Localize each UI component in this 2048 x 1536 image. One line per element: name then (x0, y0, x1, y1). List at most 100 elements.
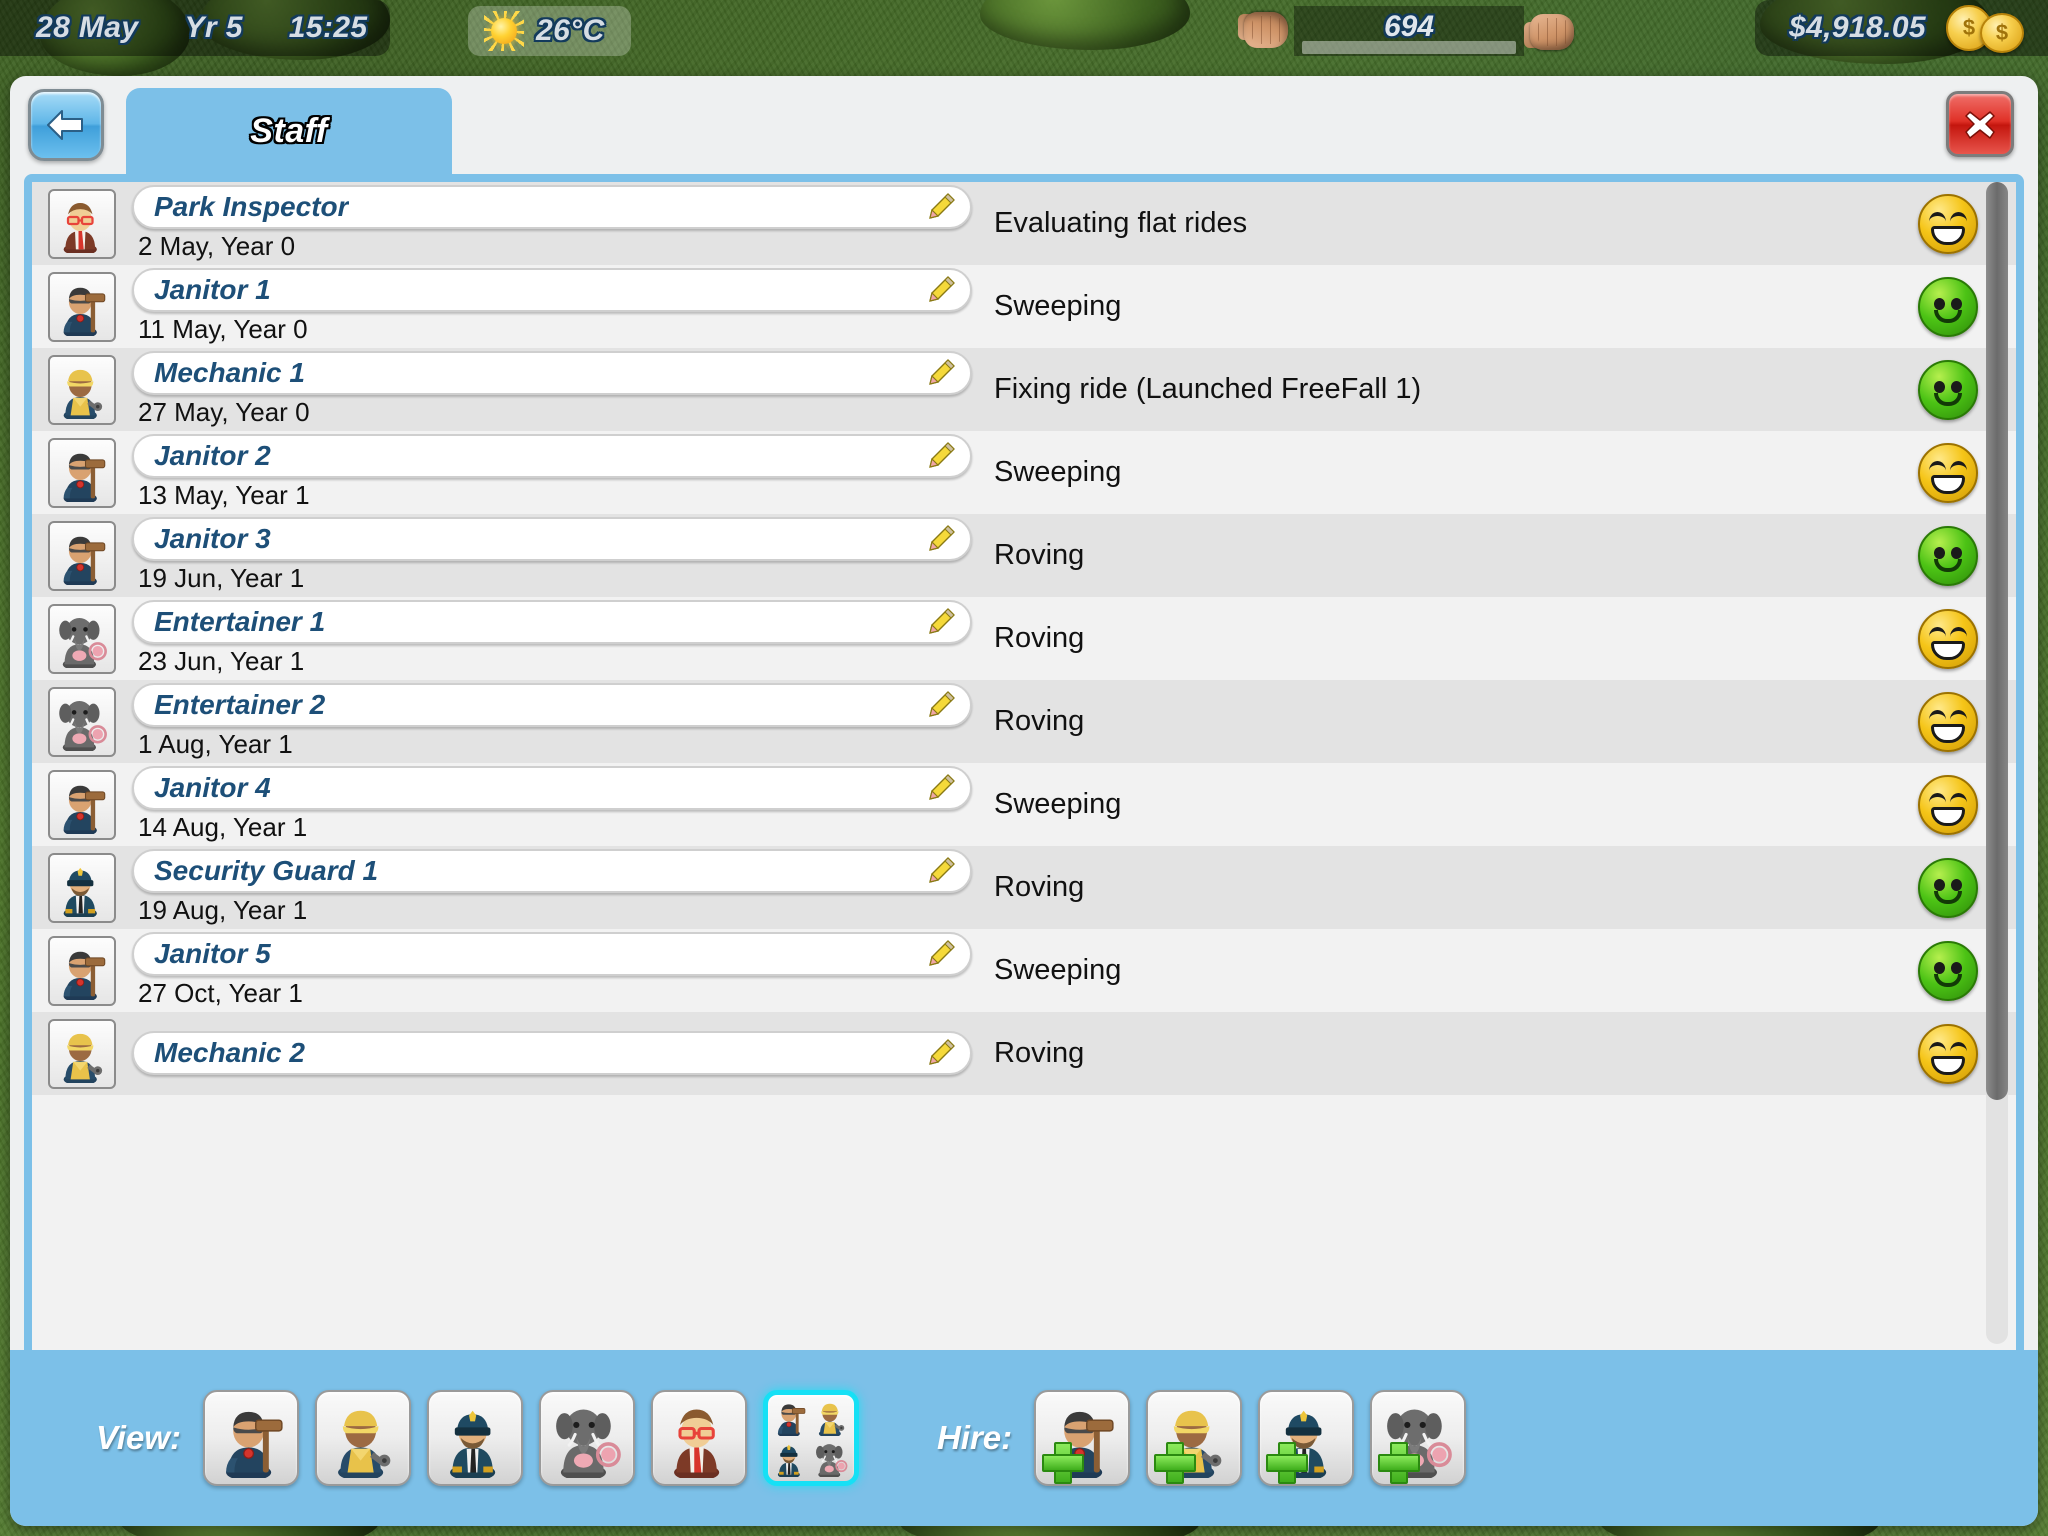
tree-decoration (980, 0, 1190, 50)
hud-time: 15:25 (288, 11, 368, 44)
staff-list-container: Park Inspector 2 May, Year 0 Evaluating fl… (24, 174, 2024, 1350)
pencil-icon[interactable] (926, 441, 956, 471)
view-filter-janitor[interactable] (202, 1390, 299, 1486)
pencil-icon[interactable] (926, 856, 956, 886)
pencil-icon[interactable] (926, 939, 956, 969)
back-arrow-icon (47, 110, 83, 140)
staff-mood-icon (1918, 359, 1978, 420)
staff-hire-date: 14 Aug, Year 1 (138, 812, 308, 842)
staff-name-column: Janitor 4 14 Aug, Year 1 (132, 766, 972, 843)
staff-avatar-button[interactable] (48, 520, 116, 591)
staff-mood-icon (1918, 940, 1978, 1001)
staff-avatar-button[interactable] (48, 271, 116, 342)
staff-mood-icon (1918, 442, 1978, 503)
staff-row[interactable]: Security Guard 1 19 Aug, Year 1 Roving (32, 846, 2016, 929)
plus-icon (1154, 1442, 1197, 1484)
staff-mood-icon (1918, 525, 1978, 586)
security-avatar (450, 1410, 496, 1478)
sun-icon (484, 11, 524, 51)
staff-avatar-button[interactable] (48, 188, 116, 259)
pencil-icon[interactable] (926, 275, 956, 305)
staff-toolbar: View: Hire: (10, 1350, 2038, 1526)
janitor-avatar (63, 951, 106, 1000)
pencil-icon[interactable] (926, 358, 956, 388)
hire-security[interactable] (1258, 1390, 1355, 1486)
view-filter-entertainer[interactable] (538, 1390, 635, 1486)
staff-avatar-button[interactable] (48, 354, 116, 425)
plus-icon (1378, 1442, 1421, 1484)
mechanic-avatar (63, 369, 103, 419)
staff-status: Roving (994, 705, 1085, 737)
close-button[interactable] (1946, 91, 2014, 157)
staff-name-input[interactable]: Security Guard 1 (132, 849, 972, 893)
staff-name-input[interactable]: Janitor 3 (132, 517, 972, 561)
view-button-group (202, 1390, 875, 1486)
staff-avatar-button[interactable] (48, 852, 116, 923)
pencil-icon[interactable] (926, 524, 956, 554)
staff-hire-date: 19 Jun, Year 1 (138, 563, 305, 593)
staff-row[interactable]: Janitor 5 27 Oct, Year 1 Sweeping (32, 929, 2016, 1012)
staff-row[interactable]: Janitor 4 14 Aug, Year 1 Sweeping (32, 763, 2016, 846)
entertainer-avatar (59, 617, 107, 668)
view-filter-mechanic[interactable] (314, 1390, 411, 1486)
staff-name-column: Mechanic 2 (132, 1030, 972, 1077)
staff-status: Sweeping (994, 954, 1122, 986)
staff-row[interactable]: Mechanic 1 27 May, Year 0 Fixing ride (Lau… (32, 348, 2016, 431)
coins-icon: $ $ (1944, 3, 2030, 53)
thumbs-down-icon (1238, 4, 1294, 58)
park-rating-bar (1302, 41, 1516, 54)
view-filter-park-inspector[interactable] (650, 1390, 747, 1486)
staff-avatar-button[interactable] (48, 603, 116, 674)
staff-row[interactable]: Mechanic 2 Roving (32, 1012, 2016, 1095)
staff-name-input[interactable]: Entertainer 2 (132, 683, 972, 727)
entertainer-avatar (59, 700, 107, 751)
entertainer-avatar (815, 1444, 848, 1477)
staff-name-input[interactable]: Mechanic 1 (132, 351, 972, 395)
staff-row[interactable]: Janitor 3 19 Jun, Year 1 Roving (32, 514, 2016, 597)
staff-row[interactable]: Entertainer 1 23 Jun, Year 1 Roving (32, 597, 2016, 680)
staff-row[interactable]: Entertainer 2 1 Aug, Year 1 Roving (32, 680, 2016, 763)
staff-status: Roving (994, 622, 1085, 654)
staff-name-column: Janitor 2 13 May, Year 1 (132, 434, 972, 511)
staff-status: Evaluating flat rides (994, 207, 1248, 239)
staff-name-value: Janitor 2 (154, 440, 271, 471)
staff-avatar-button[interactable] (48, 935, 116, 1006)
hire-entertainer[interactable] (1370, 1390, 1467, 1486)
game-screen: 28 May Yr 5 15:25 26°C 694 $4,918.05 $$ (0, 0, 2048, 1536)
hire-mechanic[interactable] (1146, 1390, 1243, 1486)
staff-avatar-button[interactable] (48, 686, 116, 757)
staff-name-input[interactable]: Entertainer 1 (132, 600, 972, 644)
staff-row[interactable]: Park Inspector 2 May, Year 0 Evaluating fl… (32, 182, 2016, 265)
staff-name-input[interactable]: Janitor 1 (132, 268, 972, 312)
staff-hire-date: 2 May, Year 0 (138, 231, 296, 261)
staff-name-input[interactable]: Janitor 5 (132, 932, 972, 976)
staff-list: Park Inspector 2 May, Year 0 Evaluating fl… (32, 182, 2016, 1350)
staff-name-input[interactable]: Mechanic 2 (132, 1030, 972, 1075)
scrollbar-thumb[interactable] (1986, 182, 2008, 1100)
staff-row[interactable]: Janitor 1 11 May, Year 0 Sweeping (32, 265, 2016, 348)
back-button[interactable] (28, 89, 104, 161)
staff-name-input[interactable]: Park Inspector (132, 185, 972, 229)
view-filter-all-staff[interactable] (762, 1390, 859, 1486)
staff-name-input[interactable]: Janitor 4 (132, 766, 972, 810)
janitor-avatar (777, 1404, 806, 1436)
staff-list-scrollbar[interactable] (1986, 182, 2008, 1344)
staff-row[interactable]: Janitor 2 13 May, Year 1 Sweeping (32, 431, 2016, 514)
pencil-icon[interactable] (926, 607, 956, 637)
staff-name-input[interactable]: Janitor 2 (132, 434, 972, 478)
pencil-icon[interactable] (926, 192, 956, 222)
hire-janitor[interactable] (1034, 1390, 1131, 1486)
hud-money-value: $4,918.05 (1788, 11, 1926, 44)
staff-name-value: Janitor 5 (154, 938, 271, 969)
staff-avatar-button[interactable] (48, 1018, 116, 1089)
plus-icon (1266, 1442, 1309, 1484)
staff-avatar-button[interactable] (48, 769, 116, 840)
pencil-icon[interactable] (926, 1038, 956, 1068)
staff-mood-icon (1918, 608, 1978, 669)
pencil-icon[interactable] (926, 773, 956, 803)
staff-avatar-button[interactable] (48, 437, 116, 508)
staff-name-column: Entertainer 2 1 Aug, Year 1 (132, 683, 972, 760)
view-filter-security[interactable] (426, 1390, 523, 1486)
tab-staff[interactable]: Staff (126, 88, 452, 174)
pencil-icon[interactable] (926, 690, 956, 720)
